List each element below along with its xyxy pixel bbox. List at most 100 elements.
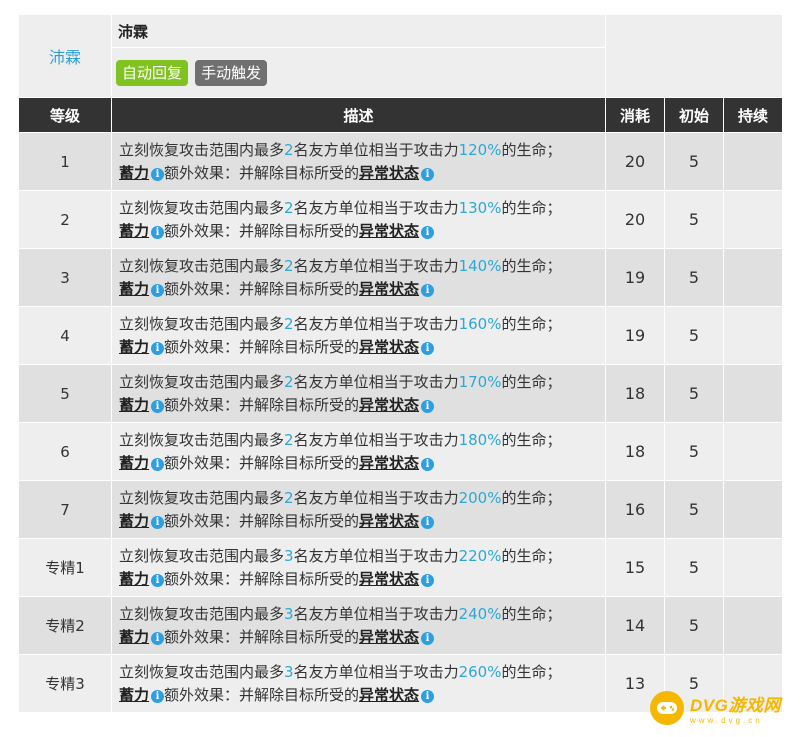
charge-term-link[interactable]: 蓄力 xyxy=(119,222,149,240)
charge-info-icon[interactable]: i xyxy=(151,341,165,355)
level-cell: 7 xyxy=(18,480,112,539)
status-info-icon[interactable]: i xyxy=(421,631,435,645)
duration-cell xyxy=(722,306,784,365)
status-term-link[interactable]: 异常状态 xyxy=(359,628,419,646)
status-info-icon[interactable]: i xyxy=(421,283,435,297)
status-info-icon[interactable]: i xyxy=(421,573,435,587)
duration-cell xyxy=(722,190,784,249)
status-term-link[interactable]: 异常状态 xyxy=(359,512,419,530)
charge-info-icon[interactable]: i xyxy=(151,167,165,181)
status-info-icon[interactable]: i xyxy=(421,167,435,181)
heal-percent: 200% xyxy=(458,488,502,507)
header-cost: 消耗 xyxy=(605,97,665,133)
desc-mid: 名友方单位相当于攻击力 xyxy=(293,662,459,681)
heal-percent: 220% xyxy=(458,546,502,565)
desc-mid: 名友方单位相当于攻击力 xyxy=(293,314,459,333)
cost-cell: 20 xyxy=(605,132,665,191)
desc-extra: 额外效果：并解除目标所受的 xyxy=(164,627,360,646)
skill-table: 沛霖 沛霖 自动回复 手动触发 等级 描述 消耗 初始 持续 1 立刻恢复攻击范围… xyxy=(18,14,784,713)
charge-info-icon[interactable]: i xyxy=(151,515,165,529)
charge-info-icon[interactable]: i xyxy=(151,689,165,703)
charge-info-icon[interactable]: i xyxy=(151,573,165,587)
header-level: 等级 xyxy=(18,97,112,133)
desc-prefix: 立刻恢复攻击范围内最多 xyxy=(119,604,285,623)
duration-cell xyxy=(722,422,784,481)
target-count: 2 xyxy=(284,314,294,333)
skill-name-link[interactable]: 沛霖 xyxy=(49,48,81,67)
status-term-link[interactable]: 异常状态 xyxy=(359,164,419,182)
status-info-icon[interactable]: i xyxy=(421,399,435,413)
description-cell: 立刻恢复攻击范围内最多2名友方单位相当于攻击力200%的生命； 蓄力 i 额外效果：并… xyxy=(111,480,606,539)
desc-mid: 名友方单位相当于攻击力 xyxy=(293,198,459,217)
desc-extra: 额外效果：并解除目标所受的 xyxy=(164,569,360,588)
charge-info-icon[interactable]: i xyxy=(151,225,165,239)
description-cell: 立刻恢复攻击范围内最多2名友方单位相当于攻击力180%的生命； 蓄力 i 额外效果：并… xyxy=(111,422,606,481)
desc-suffix: 的生命； xyxy=(501,372,562,391)
charge-term-link[interactable]: 蓄力 xyxy=(119,512,149,530)
description-cell: 立刻恢复攻击范围内最多3名友方单位相当于攻击力220%的生命； 蓄力 i 额外效果：并… xyxy=(111,538,606,597)
desc-extra: 额外效果：并解除目标所受的 xyxy=(164,511,360,530)
heal-percent: 130% xyxy=(458,198,502,217)
status-term-link[interactable]: 异常状态 xyxy=(359,222,419,240)
duration-cell xyxy=(722,248,784,307)
desc-suffix: 的生命； xyxy=(501,198,562,217)
table-row: 7 立刻恢复攻击范围内最多2名友方单位相当于攻击力200%的生命； 蓄力 i 额外效果：… xyxy=(18,480,784,539)
desc-extra: 额外效果：并解除目标所受的 xyxy=(164,453,360,472)
cost-cell: 19 xyxy=(605,306,665,365)
charge-term-link[interactable]: 蓄力 xyxy=(119,628,149,646)
level-cell: 4 xyxy=(18,306,112,365)
desc-prefix: 立刻恢复攻击范围内最多 xyxy=(119,256,285,275)
charge-term-link[interactable]: 蓄力 xyxy=(119,396,149,414)
desc-suffix: 的生命； xyxy=(501,430,562,449)
charge-term-link[interactable]: 蓄力 xyxy=(119,570,149,588)
status-info-icon[interactable]: i xyxy=(421,225,435,239)
blank-cell xyxy=(604,14,784,98)
skill-name-cell: 沛霖 xyxy=(18,14,112,98)
level-cell: 专精1 xyxy=(18,538,112,597)
charge-info-icon[interactable]: i xyxy=(151,457,165,471)
status-term-link[interactable]: 异常状态 xyxy=(359,396,419,414)
status-term-link[interactable]: 异常状态 xyxy=(359,280,419,298)
desc-mid: 名友方单位相当于攻击力 xyxy=(293,430,459,449)
status-info-icon[interactable]: i xyxy=(421,457,435,471)
charge-info-icon[interactable]: i xyxy=(151,283,165,297)
status-term-link[interactable]: 异常状态 xyxy=(359,686,419,704)
charge-info-icon[interactable]: i xyxy=(151,399,165,413)
description-cell: 立刻恢复攻击范围内最多2名友方单位相当于攻击力120%的生命； 蓄力 i 额外效果：并… xyxy=(111,132,606,191)
description-cell: 立刻恢复攻击范围内最多2名友方单位相当于攻击力130%的生命； 蓄力 i 额外效果：并… xyxy=(111,190,606,249)
status-info-icon[interactable]: i xyxy=(421,515,435,529)
charge-term-link[interactable]: 蓄力 xyxy=(119,338,149,356)
description-cell: 立刻恢复攻击范围内最多2名友方单位相当于攻击力160%的生命； 蓄力 i 额外效果：并… xyxy=(111,306,606,365)
initial-cell: 5 xyxy=(664,538,724,597)
header-desc: 描述 xyxy=(111,97,606,133)
charge-term-link[interactable]: 蓄力 xyxy=(119,280,149,298)
status-info-icon[interactable]: i xyxy=(421,341,435,355)
desc-suffix: 的生命； xyxy=(501,662,562,681)
watermark-url: www.dvg.cn xyxy=(690,716,763,725)
initial-cell: 5 xyxy=(664,480,724,539)
table-row: 4 立刻恢复攻击范围内最多2名友方单位相当于攻击力160%的生命； 蓄力 i 额外效果：… xyxy=(18,306,784,365)
desc-prefix: 立刻恢复攻击范围内最多 xyxy=(119,430,285,449)
initial-cell: 5 xyxy=(664,306,724,365)
charge-term-link[interactable]: 蓄力 xyxy=(119,164,149,182)
header-duration: 持续 xyxy=(722,97,784,133)
target-count: 3 xyxy=(284,662,294,681)
charge-term-link[interactable]: 蓄力 xyxy=(119,454,149,472)
heal-percent: 160% xyxy=(458,314,502,333)
charge-term-link[interactable]: 蓄力 xyxy=(119,686,149,704)
initial-cell: 5 xyxy=(664,596,724,655)
desc-prefix: 立刻恢复攻击范围内最多 xyxy=(119,488,285,507)
desc-mid: 名友方单位相当于攻击力 xyxy=(293,546,459,565)
charge-info-icon[interactable]: i xyxy=(151,631,165,645)
initial-cell: 5 xyxy=(664,248,724,307)
status-term-link[interactable]: 异常状态 xyxy=(359,338,419,356)
desc-mid: 名友方单位相当于攻击力 xyxy=(293,604,459,623)
desc-prefix: 立刻恢复攻击范围内最多 xyxy=(119,198,285,217)
table-row: 专精1 立刻恢复攻击范围内最多3名友方单位相当于攻击力220%的生命； 蓄力 i 额外效… xyxy=(18,538,784,597)
cost-cell: 16 xyxy=(605,480,665,539)
table-row: 1 立刻恢复攻击范围内最多2名友方单位相当于攻击力120%的生命； 蓄力 i 额外效果：… xyxy=(18,132,784,191)
status-info-icon[interactable]: i xyxy=(421,689,435,703)
status-term-link[interactable]: 异常状态 xyxy=(359,454,419,472)
level-cell: 1 xyxy=(18,132,112,191)
status-term-link[interactable]: 异常状态 xyxy=(359,570,419,588)
